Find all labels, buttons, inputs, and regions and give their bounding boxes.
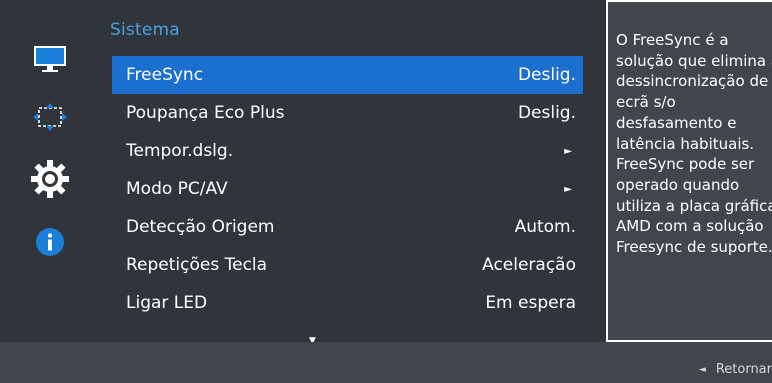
gear-icon[interactable] — [30, 159, 70, 199]
menu-item-label: Detecção Origem — [126, 217, 275, 237]
return-label: Retornar — [715, 362, 772, 377]
menu-item-power-led[interactable]: Ligar LED Em espera — [112, 284, 583, 322]
menu-item-label: FreeSync — [126, 65, 204, 85]
menu-item-label: Repetições Tecla — [126, 255, 268, 275]
description-text: O FreeSync é a solução que elimina a des… — [616, 31, 772, 257]
return-button[interactable]: ◄ Retornar — [699, 362, 772, 377]
monitor-icon[interactable] — [30, 40, 70, 80]
menu-item-label: Modo PC/AV — [126, 179, 228, 199]
menu-item-value: Autom. — [514, 217, 576, 237]
menu-item-value: Aceleração — [482, 255, 576, 275]
description-panel: O FreeSync é a solução que elimina a des… — [606, 0, 772, 342]
menu-item-value: Deslig. — [517, 65, 576, 85]
menu-list: FreeSync Deslig. Poupança Eco Plus Desli… — [112, 56, 583, 322]
menu-item-eco-plus[interactable]: Poupança Eco Plus Deslig. — [112, 94, 583, 132]
menu-item-value: Em espera — [485, 293, 576, 313]
menu-item-value: Deslig. — [517, 103, 576, 123]
info-icon[interactable] — [30, 222, 70, 262]
menu-item-off-timer[interactable]: Tempor.dslg. ► — [112, 132, 583, 170]
menu-item-key-repeat[interactable]: Repetições Tecla Aceleração — [112, 246, 583, 284]
system-menu-panel: Sistema FreeSync Deslig. Poupança Eco Pl… — [96, 0, 609, 349]
menu-item-freesync[interactable]: FreeSync Deslig. — [112, 56, 583, 94]
left-arrow-icon: ◄ — [698, 364, 706, 375]
menu-item-pc-av-mode[interactable]: Modo PC/AV ► — [112, 170, 583, 208]
menu-title: Sistema — [110, 20, 180, 40]
submenu-arrow-icon: ► — [564, 145, 572, 157]
menu-item-label: Poupança Eco Plus — [126, 103, 285, 123]
menu-item-label: Tempor.dslg. — [126, 141, 234, 161]
submenu-arrow-icon: ► — [564, 183, 572, 195]
resize-arrows-icon[interactable] — [30, 97, 70, 137]
sidebar — [0, 0, 96, 342]
footer-bar: ◄ Retornar — [0, 342, 772, 383]
menu-item-source-detection[interactable]: Detecção Origem Autom. — [112, 208, 583, 246]
menu-item-label: Ligar LED — [126, 293, 208, 313]
